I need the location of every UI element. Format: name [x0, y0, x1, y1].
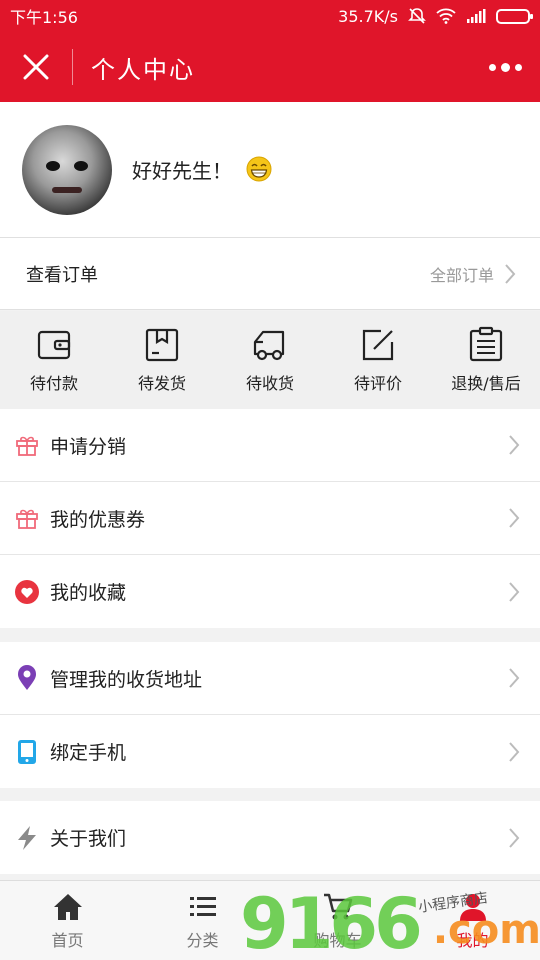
clipboard-icon	[469, 326, 503, 362]
menu-item-label: 关于我们	[50, 828, 127, 850]
signal-icon	[467, 9, 486, 23]
bottom-tabbar: 首页 分类 购物车 我的	[0, 880, 540, 960]
order-status-label: 待评价	[353, 374, 402, 393]
my-coupons-item[interactable]: 我的优惠券	[0, 482, 540, 555]
order-status-pending-payment[interactable]: 待付款	[0, 311, 108, 409]
chevron-right-icon	[509, 741, 520, 762]
heart-icon	[14, 579, 40, 605]
my-favorites-item[interactable]: 我的收藏	[0, 555, 540, 628]
order-status-label: 待付款	[29, 374, 78, 393]
cart-icon	[323, 893, 352, 919]
chevron-right-icon	[509, 435, 520, 455]
list-icon	[189, 896, 216, 916]
chevron-right-icon	[505, 263, 516, 284]
more-dot-icon	[488, 63, 496, 71]
order-status-after-sales[interactable]: 退换/售后	[432, 311, 540, 409]
tab-category[interactable]: 分类	[135, 881, 270, 960]
location-icon	[14, 665, 40, 691]
tab-label: 我的	[456, 930, 489, 950]
tab-label: 首页	[51, 930, 84, 950]
menu-item-label: 绑定手机	[50, 742, 127, 764]
chevron-right-icon	[509, 508, 520, 528]
order-status-pending-shipment[interactable]: 待发货	[108, 311, 216, 409]
status-time: 下午1:56	[10, 8, 78, 27]
tab-label: 购物车	[313, 930, 362, 950]
close-button[interactable]	[0, 32, 72, 102]
grin-emoji-icon	[246, 156, 272, 182]
network-speed: 35.7K/s	[338, 6, 398, 26]
tab-me[interactable]: 我的	[405, 881, 540, 960]
box-icon	[145, 328, 179, 362]
profile-card[interactable]: 好好先生！	[0, 102, 540, 238]
menu-item-label: 我的优惠券	[50, 508, 146, 531]
user-icon	[459, 893, 486, 921]
more-dot-icon	[514, 63, 522, 71]
wifi-icon	[436, 8, 456, 24]
chevron-right-icon	[509, 827, 520, 848]
more-dot-icon	[500, 62, 510, 72]
avatar[interactable]	[22, 124, 112, 215]
order-status-bar: 待付款 待发货 待收货 待评价 退换/售后	[0, 311, 540, 409]
status-bar: 下午1:56 35.7K/s	[0, 0, 540, 32]
manage-address-item[interactable]: 管理我的收货地址	[0, 642, 540, 715]
page-title: 个人中心	[91, 55, 195, 84]
chevron-right-icon	[509, 668, 520, 688]
order-status-label: 待收货	[245, 374, 294, 393]
more-options-button[interactable]	[470, 32, 540, 102]
mute-icon	[408, 8, 426, 24]
order-status-pending-review[interactable]: 待评价	[324, 311, 432, 409]
view-orders-label: 查看订单	[26, 264, 98, 286]
home-icon	[53, 893, 82, 920]
lightning-icon	[14, 825, 40, 851]
order-status-pending-receipt[interactable]: 待收货	[216, 311, 324, 409]
about-us-item[interactable]: 关于我们	[0, 801, 540, 874]
header-divider	[72, 49, 73, 85]
gift-icon	[14, 505, 40, 531]
view-orders-row[interactable]: 查看订单 全部订单	[0, 238, 540, 310]
all-orders-link[interactable]: 全部订单	[430, 262, 494, 286]
bind-phone-item[interactable]: 绑定手机	[0, 715, 540, 788]
truck-icon	[253, 330, 285, 361]
close-icon	[23, 54, 49, 80]
edit-icon	[362, 329, 394, 361]
order-status-label: 待发货	[137, 374, 186, 393]
battery-icon	[496, 8, 533, 24]
chevron-right-icon	[509, 581, 520, 602]
wallet-icon	[37, 330, 71, 360]
menu-item-label: 我的收藏	[50, 582, 127, 604]
tab-cart[interactable]: 购物车	[270, 881, 405, 960]
tab-home[interactable]: 首页	[0, 881, 135, 960]
tab-label: 分类	[186, 930, 219, 950]
menu-group-1: 申请分销 我的优惠券 我的收藏	[0, 409, 540, 628]
menu-item-label: 管理我的收货地址	[50, 668, 203, 691]
gift-icon	[14, 432, 40, 458]
menu-item-label: 申请分销	[50, 435, 127, 458]
menu-group-3: 关于我们	[0, 801, 540, 874]
username-text: 好好先生！	[132, 159, 232, 183]
order-status-label: 退换/售后	[451, 374, 521, 393]
app-header: 个人中心	[0, 32, 540, 102]
username: 好好先生！	[132, 155, 272, 184]
apply-distribution-item[interactable]: 申请分销	[0, 409, 540, 482]
phone-icon	[14, 739, 40, 765]
menu-group-2: 管理我的收货地址 绑定手机	[0, 642, 540, 788]
